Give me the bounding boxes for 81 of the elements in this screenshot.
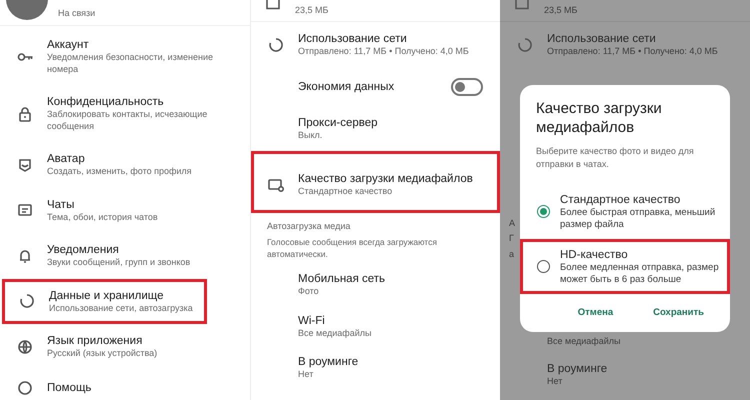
item-title: Аккаунт — [47, 38, 90, 52]
data-saver-toggle[interactable] — [451, 78, 483, 96]
settings-item[interactable]: Использование сети Отправлено: 11,7 МБ • Получено: 4,0 МБ — [251, 22, 500, 68]
profile-status: На связи — [58, 8, 96, 19]
quality-option[interactable]: HD-качество Более медленная отправка, размер может быть в 6 раз больше — [520, 239, 730, 294]
settings-item[interactable]: Прокси-сервер Выкл. — [251, 106, 500, 151]
data-usage-icon — [517, 36, 533, 53]
settings-item[interactable]: Использование сети Отправлено: 11,7 МБ • Получено: 4,0 МБ — [500, 22, 750, 68]
dialog-button[interactable]: Сохранить — [647, 302, 710, 324]
settings-item[interactable]: Данные и хранилище Использование сети, автозагрузка — [2, 278, 207, 324]
item-subtitle: Звуки сообщений, групп и звонков — [47, 257, 192, 268]
item-subtitle: Все медиафайлы — [547, 336, 622, 348]
settings-item[interactable]: Конфиденциальность Заблокировать контакты, исчезающие сообщения — [0, 85, 250, 142]
settings-item[interactable]: Качество загрузки медиафайлов Стандартное качество — [251, 151, 500, 212]
settings-item[interactable]: Язык приложения Русский (язык устройства) — [0, 324, 250, 370]
item-subtitle: Тема, обои, история чатов — [47, 212, 159, 223]
dialog-button[interactable]: Отмена — [572, 302, 620, 324]
section-header: Автозагрузка медиа — [267, 220, 352, 232]
text-fragment: а — [509, 248, 514, 260]
item-subtitle: Все медиафайлы — [298, 328, 372, 339]
item-title: Помощь — [47, 380, 92, 394]
settings-item[interactable]: Помощь — [0, 370, 250, 400]
item-title: Использование сети — [298, 32, 408, 46]
avatar-icon — [17, 156, 33, 173]
storage-size: 23,5 МБ — [544, 4, 578, 16]
item-subtitle: Уведомления безопасности, изменение номера — [47, 52, 214, 75]
item-subtitle: Отправлено: 11,7 МБ • Получено: 4,0 МБ — [298, 46, 470, 58]
item-title: Уведомления — [47, 243, 120, 257]
quality-option[interactable]: Стандартное качество Более быстрая отправка, меньший размер файла — [520, 184, 730, 239]
item-subtitle: Нет — [298, 369, 314, 380]
data-usage-icon — [19, 293, 35, 310]
item-title: Аватар — [47, 152, 86, 166]
dialog-description: Выберите качество фото и видео для отправки в чатах. — [535, 145, 695, 171]
item-subtitle: Нет — [547, 376, 564, 387]
settings-item[interactable]: Чаты Тема, обои, история чатов — [0, 188, 250, 233]
text-fragment: А — [509, 218, 516, 229]
settings-item[interactable]: Аватар Создать, изменить, фото профиля — [0, 142, 250, 188]
item-title: Язык приложения — [47, 334, 144, 348]
item-title: Мобильная сеть — [298, 272, 386, 286]
item-title: В роуминге — [298, 355, 360, 369]
item-subtitle: Использование сети, автозагрузка — [49, 302, 194, 314]
option-title: HD-качество — [560, 248, 629, 262]
option-subtitle: Более медленная отправка, размер может быть в 6 раз больше — [560, 262, 720, 285]
text-fragment: Г — [509, 233, 514, 244]
bell-icon — [17, 248, 33, 264]
item-subtitle: Отправлено: 11,7 МБ • Получено: 4,0 МБ — [547, 46, 719, 58]
item-subtitle: Выкл. — [298, 130, 324, 141]
item-subtitle: Фото — [298, 286, 320, 298]
lock-icon — [17, 106, 33, 122]
item-subtitle: Создать, изменить, фото профиля — [47, 166, 193, 178]
storage-icon — [265, 0, 281, 10]
item-title: Данные и хранилище — [49, 288, 165, 302]
data-usage-icon — [268, 36, 284, 53]
storage-icon — [514, 0, 530, 10]
media-quality-icon — [268, 176, 284, 193]
item-title: Конфиденциальность — [47, 95, 165, 109]
globe-icon — [17, 338, 33, 355]
item-title: В роуминге — [547, 362, 608, 376]
item-subtitle: Заблокировать контакты, исчезающие сообщения — [47, 109, 208, 132]
section-description: Голосовые сообщения всегда загружаются автоматически. — [267, 237, 438, 260]
settings-item[interactable]: Мобильная сеть Фото — [251, 264, 500, 306]
help-icon — [17, 380, 33, 396]
dialog-title: Качество загрузки медиафайлов — [535, 99, 663, 137]
storage-size: 23,5 МБ — [295, 4, 328, 16]
radio-button[interactable] — [537, 205, 550, 218]
toggle-label: Экономия данных — [298, 80, 396, 94]
item-title: Прокси-сервер — [298, 116, 379, 130]
item-title: Wi-Fi — [298, 314, 326, 328]
item-title: Чаты — [47, 198, 76, 212]
settings-item[interactable]: Wi-Fi Все медиафайлы — [251, 306, 500, 347]
settings-item[interactable]: В роуминге Нет — [251, 347, 500, 388]
radio-button[interactable] — [537, 260, 550, 273]
item-title: Использование сети — [547, 32, 657, 46]
chat-icon — [17, 202, 33, 218]
settings-item[interactable]: Уведомления Звуки сообщений, групп и звонков — [0, 233, 250, 278]
item-subtitle: Русский (язык устройства) — [47, 348, 158, 360]
settings-item[interactable]: Аккаунт Уведомления безопасности, изменение номера — [0, 28, 250, 85]
item-subtitle: Стандартное качество — [298, 186, 394, 198]
item-title: Качество загрузки медиафайлов — [298, 172, 474, 186]
option-title: Стандартное качество — [560, 193, 682, 207]
option-subtitle: Более быстрая отправка, меньший размер файла — [560, 207, 716, 230]
